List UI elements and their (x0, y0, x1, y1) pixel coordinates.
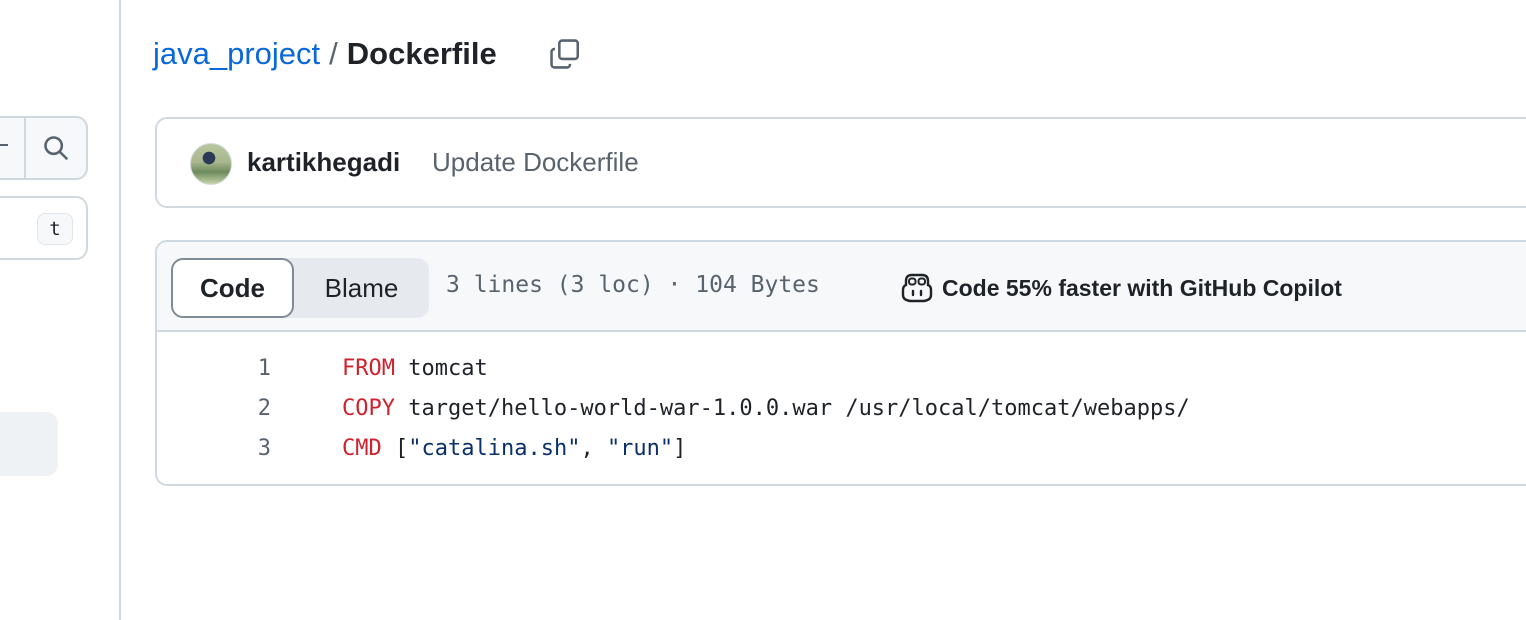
file-meta: 3 lines (3 loc) · 104 Bytes (446, 272, 820, 298)
copy-icon (550, 39, 580, 69)
code-text: target/hello-world-war-1.0.0.war /usr/lo… (394, 396, 1190, 421)
code-string: "run" (606, 436, 674, 461)
commit-message-link[interactable]: Update Dockerfile (432, 147, 639, 178)
code-text: ] (673, 436, 687, 461)
tab-code[interactable]: Code (171, 258, 294, 318)
latest-commit-box: kartikhegadi Update Dockerfile (155, 117, 1526, 208)
code-text: tomcat (394, 356, 488, 381)
file-viewer: Code Blame 3 lines (3 loc) · 104 Bytes C… (155, 240, 1526, 486)
line-number[interactable]: 2 (217, 396, 271, 421)
view-toggle: Code Blame (171, 258, 429, 318)
file-tree-item-selected[interactable] (0, 412, 58, 476)
copilot-promo-text: Code 55% faster with GitHub Copilot (942, 274, 1342, 301)
code-line: 1 FROM tomcat (157, 350, 1526, 390)
code-keyword: CMD (342, 436, 382, 461)
tab-blame[interactable]: Blame (294, 258, 429, 318)
code-line: 3 CMD ["catalina.sh", "run"] (157, 430, 1526, 470)
breadcrumb-repo-link[interactable]: java_project (153, 36, 320, 72)
code-keyword: COPY (342, 396, 395, 421)
code-area: 1 FROM tomcat 2 COPY target/hello-world-… (157, 350, 1526, 470)
breadcrumb-separator: / (329, 36, 338, 71)
page: t java_project / Dockerfile kartikhegadi… (0, 0, 1526, 620)
file-tree-sidebar: t (0, 0, 121, 620)
code-content: CMD ["catalina.sh", "run"] (342, 436, 686, 461)
line-number[interactable]: 3 (217, 436, 271, 461)
code-text: , (580, 436, 607, 461)
search-button[interactable] (24, 116, 88, 180)
copilot-icon (901, 273, 933, 303)
code-text: [ (381, 436, 409, 461)
commit-author-link[interactable]: kartikhegadi (247, 147, 400, 178)
copilot-promo-link[interactable]: Code 55% faster with GitHub Copilot (900, 270, 1342, 306)
search-icon (44, 136, 68, 160)
dash-icon (0, 144, 8, 146)
line-number[interactable]: 1 (217, 356, 271, 381)
breadcrumb-file-name: Dockerfile (346, 36, 497, 71)
code-keyword: FROM (342, 356, 395, 381)
avatar[interactable] (190, 143, 232, 185)
code-content: COPY target/hello-world-war-1.0.0.war /u… (342, 396, 1190, 421)
copy-path-button[interactable] (544, 34, 586, 74)
code-content: FROM tomcat (342, 356, 488, 381)
keyboard-shortcut-hint: t (37, 213, 73, 245)
breadcrumb: java_project / Dockerfile (153, 32, 497, 76)
code-string: "catalina.sh" (408, 436, 581, 461)
file-header: Code Blame 3 lines (3 loc) · 104 Bytes C… (157, 242, 1526, 332)
code-line: 2 COPY target/hello-world-war-1.0.0.war … (157, 390, 1526, 430)
